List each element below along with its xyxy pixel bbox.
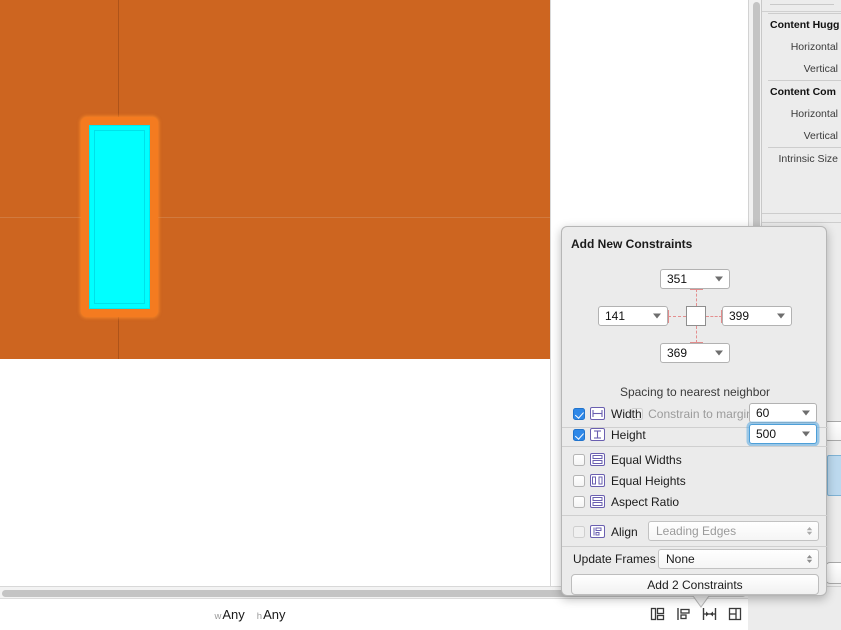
align-icon[interactable]: [676, 607, 691, 621]
align-checkbox[interactable]: [573, 526, 585, 538]
popover-arrow: [683, 594, 719, 608]
trailing-spacing-value: 399: [723, 307, 749, 325]
width-label: Width: [611, 407, 642, 421]
height-label: Height: [611, 428, 646, 442]
chevron-updown-icon[interactable]: [805, 552, 814, 566]
top-spacing-value: 351: [661, 270, 687, 288]
equal-heights-glyph-icon: [590, 474, 605, 487]
add-constraints-button[interactable]: Add 2 Constraints: [571, 574, 819, 595]
popover-divider: [562, 546, 828, 547]
popover-divider: [562, 515, 828, 516]
inspector-content-priority-section: Content Hugg Horizontal Vertical Content…: [762, 13, 841, 170]
chevron-updown-icon[interactable]: [805, 524, 814, 538]
size-class-width-value: Any: [222, 607, 244, 622]
bottom-spacing-value: 369: [661, 344, 687, 362]
xcode-interface-builder-window: Content Hugg Horizontal Vertical Content…: [0, 0, 841, 630]
aspect-ratio-label: Aspect Ratio: [611, 495, 679, 509]
size-class-width-prefix: w: [215, 611, 222, 622]
size-class-indicator[interactable]: wAny hAny: [0, 599, 500, 630]
height-checkbox[interactable]: [573, 429, 585, 441]
content-hugging-heading: Content Hugg: [762, 14, 841, 36]
chevron-down-icon[interactable]: [653, 314, 661, 319]
content-compression-heading: Content Com: [762, 81, 841, 103]
content-compression-horizontal-label: Horizontal: [762, 103, 841, 125]
resolve-issues-icon[interactable]: [728, 607, 743, 621]
equal-widths-glyph-icon: [590, 453, 605, 466]
tick-leading: [668, 310, 669, 323]
connector-top: [696, 289, 697, 306]
aspect-ratio-row[interactable]: Aspect Ratio: [562, 491, 828, 512]
popover-divider: [562, 446, 828, 447]
equal-heights-row[interactable]: Equal Heights: [562, 470, 828, 491]
align-glyph-icon: [590, 525, 605, 538]
spacing-caption: Spacing to nearest neighbor: [562, 385, 828, 399]
leading-spacing-field[interactable]: 141: [598, 306, 668, 326]
content-hugging-vertical-label: Vertical: [762, 58, 841, 80]
tick-top: [690, 289, 703, 290]
inspector-top-field-stub: [762, 0, 841, 12]
add-new-constraints-popover[interactable]: Add New Constraints 351 141 399: [561, 226, 827, 596]
selected-view[interactable]: [81, 117, 158, 317]
content-compression-vertical-label: Vertical: [762, 125, 841, 147]
popover-title: Add New Constraints: [571, 237, 692, 251]
equal-heights-label: Equal Heights: [611, 474, 686, 488]
chevron-down-icon[interactable]: [715, 351, 723, 356]
update-frames-value: None: [659, 552, 695, 566]
width-value-field[interactable]: 60: [749, 403, 817, 423]
connector-leading: [668, 316, 686, 317]
width-checkbox[interactable]: [573, 408, 585, 420]
bottom-spacing-field[interactable]: 369: [660, 343, 730, 363]
width-value: 60: [750, 406, 769, 420]
size-class-height-value: Any: [263, 607, 285, 622]
update-frames-label: Update Frames: [573, 552, 656, 566]
top-spacing-field[interactable]: 351: [660, 269, 730, 289]
width-glyph-icon: [590, 407, 605, 420]
height-value: 500: [750, 427, 776, 441]
inspector-selected-constraint-row[interactable]: [827, 455, 841, 496]
equal-widths-row[interactable]: Equal Widths: [562, 449, 828, 470]
height-value-field[interactable]: 500: [749, 424, 817, 444]
constraint-center-box[interactable]: [686, 306, 706, 326]
trailing-spacing-field[interactable]: 399: [722, 306, 792, 326]
chevron-down-icon[interactable]: [802, 432, 810, 437]
chevron-down-icon[interactable]: [777, 314, 785, 319]
connector-trailing: [706, 316, 722, 317]
align-select-value: Leading Edges: [649, 524, 736, 538]
size-class-width: wAny: [215, 607, 245, 622]
spacing-diagram[interactable]: 351 141 399 369: [562, 257, 828, 387]
equal-widths-label: Equal Widths: [611, 453, 682, 467]
size-class-height: hAny: [257, 607, 286, 622]
inspector-divider: [762, 213, 841, 214]
height-glyph-icon: [590, 428, 605, 441]
selected-view-fill: [89, 125, 150, 309]
align-select[interactable]: Leading Edges: [648, 521, 819, 541]
update-frames-select[interactable]: None: [658, 549, 819, 569]
size-class-height-prefix: h: [257, 611, 262, 622]
align-label: Align: [611, 525, 638, 539]
scene-view[interactable]: [0, 0, 550, 359]
aspect-ratio-glyph-icon: [590, 495, 605, 508]
content-hugging-horizontal-label: Horizontal: [762, 36, 841, 58]
stack-icon[interactable]: [650, 607, 665, 621]
connector-bottom: [696, 326, 697, 343]
intrinsic-size-label: Intrinsic Size: [762, 148, 841, 170]
leading-spacing-value: 141: [599, 307, 625, 325]
pin-icon[interactable]: [702, 607, 717, 621]
chevron-down-icon[interactable]: [802, 411, 810, 416]
chevron-down-icon[interactable]: [715, 277, 723, 282]
storyboard-canvas[interactable]: [0, 0, 550, 586]
equal-heights-checkbox[interactable]: [573, 475, 585, 487]
inspector-button-partial-bottom[interactable]: [825, 562, 841, 584]
equal-widths-checkbox[interactable]: [573, 454, 585, 466]
aspect-ratio-checkbox[interactable]: [573, 496, 585, 508]
